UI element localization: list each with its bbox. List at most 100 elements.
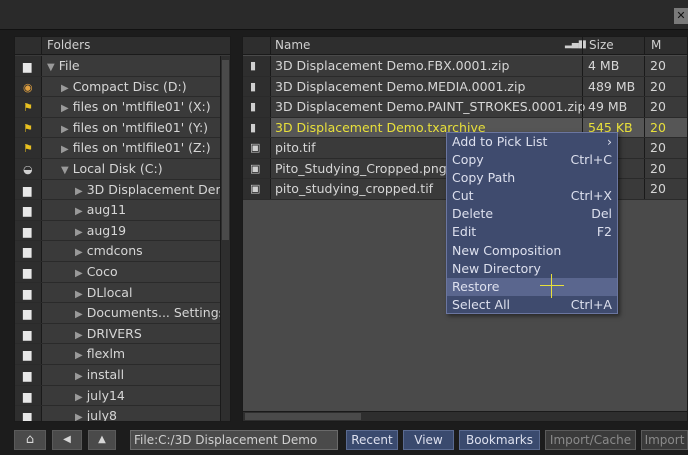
folder-row[interactable]: ▆ ▶ DLlocal — [15, 282, 220, 304]
collapsed-triangle-icon[interactable]: ▶ — [75, 350, 83, 361]
collapsed-triangle-icon[interactable]: ▶ — [75, 227, 83, 238]
home-icon: ⌂ — [25, 432, 35, 447]
menu-item-add-to-pick-list[interactable]: Add to Pick List › — [447, 133, 617, 151]
file-modified: 20 — [650, 140, 666, 155]
tif-image-icon: ▣ — [250, 182, 261, 195]
menu-item-new-composition[interactable]: New Composition — [447, 242, 617, 260]
folders-panel: Folders ▆ ▼ File ◉ ▶ Compact Disc (D:) ⚑ ▶ files… — [14, 36, 231, 422]
folder-row-icon-cell: ▆ — [15, 344, 42, 364]
folder-row-label: ▼ File — [47, 58, 80, 73]
files-icon-column-header — [243, 37, 271, 55]
collapsed-triangle-icon[interactable]: ▶ — [75, 330, 83, 341]
menu-item-label: Restore — [452, 278, 500, 294]
folder-row[interactable]: ⚑ ▶ files on 'mtlfile01' (Z:) — [15, 138, 220, 159]
file-name: 3D Displacement Demo.MEDIA.0001.zip — [275, 78, 526, 94]
collapsed-triangle-icon[interactable]: ▶ — [75, 371, 83, 382]
folder-row[interactable]: ◒ ▼ Local Disk (C:) — [15, 158, 220, 180]
folder-icon: ▆ — [23, 265, 32, 279]
folder-row[interactable]: ▆ ▶ cmdcons — [15, 241, 220, 262]
collapsed-triangle-icon[interactable]: ▶ — [61, 144, 69, 155]
collapsed-triangle-icon[interactable]: ▶ — [75, 392, 83, 403]
path-field[interactable]: File:C:/3D Displacement Demo — [130, 430, 338, 450]
network-drive-icon: ⚑ — [23, 142, 33, 156]
folder-row[interactable]: ▆ ▼ File — [15, 56, 220, 77]
folder-icon: ▆ — [23, 224, 32, 238]
recent-button[interactable]: Recent — [346, 430, 398, 450]
collapsed-triangle-icon[interactable]: ▶ — [75, 186, 83, 197]
bookmarks-button[interactable]: Bookmarks — [459, 430, 540, 450]
files-horizontal-scrollbar[interactable] — [243, 411, 687, 421]
close-icon[interactable]: ✕ — [674, 8, 688, 24]
folder-row[interactable]: ▆ ▶ Coco — [15, 261, 220, 283]
menu-item-new-directory[interactable]: New Directory — [447, 260, 617, 278]
file-size: 489 MB — [588, 78, 636, 94]
collapsed-triangle-icon[interactable]: ▶ — [75, 289, 83, 300]
folder-row-icon-cell: ▆ — [15, 282, 42, 303]
folder-row[interactable]: ▆ ▶ aug19 — [15, 220, 220, 242]
png-image-icon: ▣ — [250, 161, 261, 175]
folder-row[interactable]: ⚑ ▶ files on 'mtlfile01' (X:) — [15, 97, 220, 118]
file-modified: 20 — [650, 58, 666, 73]
context-menu: Add to Pick List › Copy Ctrl+C Copy Path Cut C… — [446, 132, 618, 314]
collapsed-triangle-icon[interactable]: ▶ — [61, 124, 69, 135]
file-row[interactable]: ▮ 3D Displacement Demo.MEDIA.0001.zip 489 … — [243, 76, 687, 97]
archive-icon: ▮ — [250, 120, 257, 134]
tif-image-icon: ▣ — [250, 141, 261, 154]
folder-row-icon-cell: ▆ — [15, 56, 42, 76]
menu-item-cut[interactable]: Cut Ctrl+X — [447, 187, 617, 205]
folder-row-icon-cell: ▆ — [15, 261, 42, 282]
folder-row[interactable]: ⚑ ▶ files on 'mtlfile01' (Y:) — [15, 117, 220, 139]
collapsed-triangle-icon[interactable]: ▶ — [75, 247, 83, 258]
menu-item-restore[interactable]: Restore — [447, 277, 617, 296]
folder-row[interactable]: ▆ ▶ DRIVERS — [15, 323, 220, 345]
folder-name: flexlm — [86, 346, 126, 362]
file-name: 3D Displacement Demo.PAINT_STROKES.0001.… — [275, 99, 586, 114]
import-button[interactable]: Import — [641, 430, 688, 450]
view-button[interactable]: View — [403, 430, 454, 450]
collapsed-triangle-icon[interactable]: ▶ — [75, 309, 83, 320]
collapsed-triangle-icon[interactable]: ▶ — [61, 103, 69, 114]
collapsed-triangle-icon[interactable]: ▶ — [75, 268, 83, 279]
folders-scrollbar[interactable] — [220, 56, 230, 421]
file-row[interactable]: ▮ 3D Displacement Demo.FBX.0001.zip 4 MB 20 — [243, 56, 687, 77]
folder-row[interactable]: ▆ ▶ install — [15, 364, 220, 386]
folder-icon: ▆ — [23, 307, 32, 321]
back-arrow-icon: ◀ — [63, 434, 71, 445]
expanded-triangle-icon[interactable]: ▼ — [61, 165, 69, 176]
up-button[interactable]: ▲ — [88, 430, 116, 450]
menu-item-label: Copy — [452, 152, 484, 168]
file-row[interactable]: ▮ 3D Displacement Demo.PAINT_STROKES.0001… — [243, 97, 687, 118]
menu-item-select-all[interactable]: Select All Ctrl+A — [447, 296, 617, 314]
menu-item-delete[interactable]: Delete Del — [447, 205, 617, 223]
collapsed-triangle-icon[interactable]: ▶ — [75, 412, 83, 421]
folder-row[interactable]: ▆ ▶ aug11 — [15, 200, 220, 221]
expanded-triangle-icon[interactable]: ▼ — [47, 62, 55, 73]
network-drive-icon: ⚑ — [23, 121, 33, 135]
menu-item-edit[interactable]: Edit F2 — [447, 223, 617, 241]
folder-row[interactable]: ▆ ▶ Documents... Settings — [15, 303, 225, 324]
folder-row[interactable]: ▆ ▶ july14 — [15, 385, 220, 407]
menu-item-copy[interactable]: Copy Ctrl+C — [447, 151, 617, 169]
folder-row-label: ▶ DLlocal — [75, 285, 132, 300]
file-row-icon-cell: ▮ — [243, 117, 271, 137]
folder-row-icon-cell: ▆ — [15, 303, 42, 323]
import-cache-button[interactable]: Import/Cache — [545, 430, 636, 450]
files-scroll-thumb[interactable] — [245, 413, 361, 420]
home-button[interactable]: ⌂ — [14, 430, 46, 450]
menu-item-copy-path[interactable]: Copy Path — [447, 169, 617, 187]
collapsed-triangle-icon[interactable]: ▶ — [61, 83, 69, 94]
folder-row[interactable]: ▆ ▶ july8 — [15, 406, 220, 421]
cd-icon: ◉ — [23, 80, 33, 94]
folder-row[interactable]: ▆ ▶ 3D Displacement Demo — [15, 179, 230, 201]
folder-row[interactable]: ◉ ▶ Compact Disc (D:) — [15, 76, 220, 98]
file-modified: 20 — [650, 181, 666, 196]
folder-row-icon-cell: ▆ — [15, 241, 42, 261]
modified-column-header[interactable]: M — [644, 37, 661, 55]
collapsed-triangle-icon[interactable]: ▶ — [75, 206, 83, 217]
folder-row-icon-cell: ⚑ — [15, 138, 42, 158]
folders-scroll-thumb[interactable] — [222, 60, 229, 240]
size-column-header[interactable]: Size — [582, 37, 644, 55]
name-column-header[interactable]: Name — [275, 38, 310, 52]
back-button[interactable]: ◀ — [52, 430, 82, 450]
folder-row[interactable]: ▆ ▶ flexlm — [15, 344, 220, 365]
